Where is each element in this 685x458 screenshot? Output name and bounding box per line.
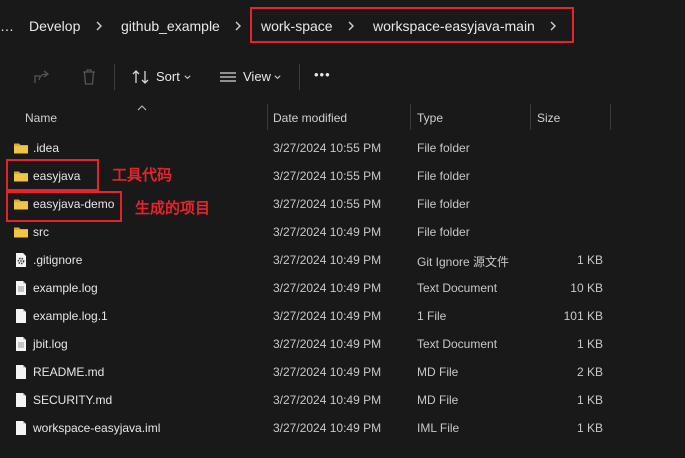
file-date-modified: 3/27/2024 10:49 PM [273, 365, 382, 379]
file-type: Text Document [417, 281, 498, 295]
toolbar-divider [114, 64, 115, 90]
file-size: 1 KB [576, 253, 603, 267]
file-row[interactable]: example.log.1 3/27/2024 10:49 PM 1 File 101… [0, 302, 685, 330]
file-row[interactable]: .idea 3/27/2024 10:55 PM File folder [0, 134, 685, 162]
file-row[interactable]: easyjava 3/27/2024 10:55 PM File folder [0, 162, 685, 190]
chevron-right-icon[interactable] [92, 18, 106, 34]
sort-arrow-icon [137, 100, 147, 114]
column-header-size[interactable]: Size [537, 111, 560, 125]
file-row[interactable]: SECURITY.md 3/27/2024 10:49 PM MD File 1 KB [0, 386, 685, 414]
file-icon [13, 420, 29, 436]
file-size: 2 KB [576, 365, 603, 379]
file-date-modified: 3/27/2024 10:49 PM [273, 253, 382, 267]
file-date-modified: 3/27/2024 10:49 PM [273, 281, 382, 295]
file-row[interactable]: .gitignore 3/27/2024 10:49 PM Git Ignore 源… [0, 246, 685, 274]
folder-icon [13, 224, 29, 240]
file-row[interactable]: README.md 3/27/2024 10:49 PM MD File 2 KB [0, 358, 685, 386]
file-date-modified: 3/27/2024 10:49 PM [273, 337, 382, 351]
file-size: 1 KB [576, 393, 603, 407]
column-separator[interactable] [267, 104, 268, 130]
file-name: .idea [33, 141, 60, 155]
column-separator[interactable] [610, 104, 611, 130]
file-icon [13, 308, 29, 324]
file-date-modified: 3/27/2024 10:49 PM [273, 309, 382, 323]
file-type: MD File [417, 365, 459, 379]
easyjava-demo-highlight-box [6, 191, 122, 222]
file-row[interactable]: example.log 3/27/2024 10:49 PM Text Docume… [0, 274, 685, 302]
file-icon [13, 364, 29, 380]
gear-file-icon [13, 252, 29, 268]
file-type: File folder [417, 197, 470, 211]
file-size: 1 KB [576, 421, 603, 435]
column-separator[interactable] [530, 104, 531, 130]
file-type: IML File [417, 421, 460, 435]
file-size: 101 KB [563, 309, 603, 323]
file-type: MD File [417, 393, 459, 407]
document-icon [13, 336, 29, 352]
file-type: Text Document [417, 337, 498, 351]
file-row[interactable]: src 3/27/2024 10:49 PM File folder [0, 218, 685, 246]
more-path-dots[interactable]: … [0, 18, 14, 34]
file-type: 1 File [417, 309, 447, 323]
sort-button[interactable]: Sort [156, 69, 180, 84]
view-icon[interactable] [217, 66, 239, 88]
file-size: 1 KB [576, 337, 603, 351]
file-type: File folder [417, 141, 470, 155]
document-icon [13, 280, 29, 296]
more-options-button[interactable]: ••• [314, 67, 331, 82]
file-name: jbit.log [33, 337, 68, 351]
file-name: src [33, 225, 49, 239]
file-name: .gitignore [33, 253, 83, 267]
file-row[interactable]: workspace-easyjava.iml 3/27/2024 10:49 PM… [0, 414, 685, 442]
file-date-modified: 3/27/2024 10:55 PM [273, 197, 382, 211]
chevron-right-icon[interactable] [231, 18, 245, 34]
delete-icon[interactable] [78, 66, 100, 88]
file-date-modified: 3/27/2024 10:49 PM [273, 421, 382, 435]
file-name: README.md [33, 365, 105, 379]
easyjava-annotation: 工具代码 [112, 167, 173, 184]
file-date-modified: 3/27/2024 10:55 PM [273, 141, 382, 155]
chevron-down-icon[interactable] [273, 71, 282, 85]
chevron-down-icon[interactable] [183, 71, 192, 85]
file-type: File folder [417, 225, 470, 239]
column-header-type[interactable]: Type [417, 111, 443, 125]
easyjava-highlight-box [6, 159, 99, 191]
toolbar-divider [299, 64, 300, 90]
breadcrumb-item-develop[interactable]: Develop [29, 18, 80, 34]
folder-icon [13, 140, 29, 156]
file-name: example.log [33, 281, 98, 295]
file-type: File folder [417, 169, 470, 183]
view-button[interactable]: View [243, 69, 271, 84]
file-date-modified: 3/27/2024 10:55 PM [273, 169, 382, 183]
sort-icon[interactable] [130, 66, 152, 88]
breadcrumb-item-github-example[interactable]: github_example [121, 18, 220, 34]
breadcrumb-highlight-box [250, 7, 574, 43]
file-row[interactable]: jbit.log 3/27/2024 10:49 PM Text Document 1… [0, 330, 685, 358]
column-header-date[interactable]: Date modified [273, 111, 347, 125]
column-header-name[interactable]: Name [25, 111, 57, 125]
easyjava-demo-annotation: 生成的项目 [135, 200, 211, 217]
file-name: example.log.1 [33, 309, 108, 323]
file-name: SECURITY.md [33, 393, 113, 407]
share-icon[interactable] [31, 66, 53, 88]
file-date-modified: 3/27/2024 10:49 PM [273, 393, 382, 407]
file-type: Git Ignore 源文件 [417, 255, 510, 269]
file-icon [13, 392, 29, 408]
file-name: workspace-easyjava.iml [33, 421, 161, 435]
column-separator[interactable] [410, 104, 411, 130]
file-date-modified: 3/27/2024 10:49 PM [273, 225, 382, 239]
file-size: 10 KB [570, 281, 603, 295]
